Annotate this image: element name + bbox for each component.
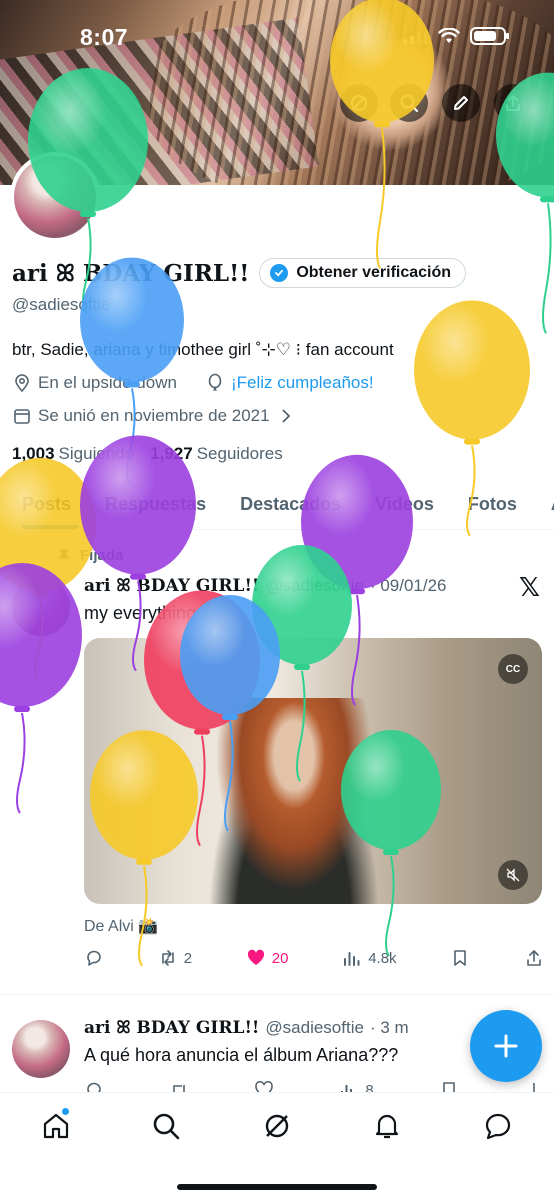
location-icon — [15, 374, 29, 393]
retweet-button[interactable]: 2 — [158, 948, 192, 968]
heart-filled-icon — [247, 949, 264, 965]
profile-joined-row[interactable]: Se unió en noviembre de 2021 — [12, 406, 296, 426]
retweet-icon — [161, 950, 174, 966]
profile-bio: btr, Sadie, ariana y timothee girl ˚⊹♡ ⁝… — [12, 340, 394, 359]
nav-notifications[interactable] — [372, 1111, 402, 1141]
home-indicator — [177, 1184, 377, 1190]
tweet-text: A qué hora anuncia el álbum Ariana??? — [84, 1045, 399, 1065]
tab-photos[interactable]: Fotos — [446, 478, 529, 529]
birthday-link[interactable]: ¡Feliz cumpleaños! — [231, 373, 374, 393]
nav-search[interactable] — [151, 1111, 181, 1141]
calendar-icon — [14, 409, 30, 424]
profile-tabs: Posts Respuestas Destacados Videos Fotos… — [0, 478, 554, 530]
tab-articles[interactable]: A — [529, 478, 554, 529]
views-button[interactable]: 4.8k — [342, 948, 397, 968]
reply-icon — [87, 950, 101, 966]
search-button[interactable] — [390, 84, 428, 122]
views-icon — [344, 952, 360, 966]
retweet-count: 2 — [183, 949, 193, 967]
views-count: 4.8k — [368, 949, 397, 967]
balloon-icon — [208, 373, 222, 391]
tab-videos[interactable]: Videos — [353, 478, 446, 529]
tweet-author-name[interactable]: ari ꕤ BDAY GIRL!! — [84, 1018, 259, 1038]
edit-button[interactable] — [442, 84, 480, 122]
grok-icon — [351, 95, 367, 111]
share-button[interactable] — [494, 84, 532, 122]
bookmark-button[interactable] — [450, 948, 470, 968]
video-subject — [194, 698, 394, 904]
following-count: 1,003 — [12, 444, 55, 463]
messages-icon — [485, 1113, 511, 1140]
grok-icon — [265, 1114, 289, 1138]
pinned-label: Fijada — [80, 547, 124, 564]
tab-highlights[interactable]: Destacados — [218, 478, 353, 529]
cellular-signal-icon — [403, 28, 428, 44]
nav-grok[interactable] — [262, 1111, 292, 1141]
tweet-header: ari ꕤ BDAY GIRL!! @sadiesoftie · 09/01/2… — [84, 576, 447, 596]
notification-dot — [61, 1107, 70, 1116]
like-count: 20 — [271, 949, 289, 967]
reply-button[interactable] — [84, 948, 104, 968]
share-icon — [506, 95, 520, 111]
battery-icon — [470, 27, 509, 45]
profile-meta-row: En el upside down ¡Feliz cumpleaños! — [12, 373, 374, 393]
notifications-icon — [375, 1114, 399, 1139]
get-verified-button[interactable]: Obtener verificación — [259, 258, 467, 288]
edit-icon — [454, 96, 468, 110]
profile-avatar[interactable] — [10, 152, 100, 242]
tweet-avatar[interactable] — [12, 1020, 70, 1078]
followers-label: Seguidores — [196, 444, 283, 463]
nav-home[interactable] — [41, 1107, 71, 1141]
search-icon — [153, 1113, 180, 1140]
captions-button[interactable]: CC — [498, 654, 528, 684]
media-credit: De Alvi 📸 — [84, 918, 159, 935]
tweet-author-handle: @sadiesoftie — [265, 576, 364, 595]
status-time: 8:07 — [80, 24, 129, 50]
followers-link[interactable]: 1,927 Seguidores — [150, 444, 283, 464]
get-verified-label: Obtener verificación — [296, 264, 452, 281]
following-link[interactable]: 1,003 Siguiendo — [12, 444, 134, 464]
tweet-author-name[interactable]: ari ꕤ BDAY GIRL!! — [84, 576, 259, 596]
chevron-right-icon — [281, 409, 290, 423]
wifi-icon — [438, 28, 460, 43]
tab-replies[interactable]: Respuestas — [83, 478, 218, 529]
tab-posts[interactable]: Posts — [0, 478, 83, 529]
compose-button[interactable] — [470, 1010, 542, 1082]
following-label: Siguiendo — [58, 444, 135, 463]
profile-handle: @sadiesoftie — [12, 295, 111, 314]
plus-icon — [494, 1034, 518, 1058]
profile-location: En el upside down — [38, 373, 177, 392]
share-icon — [527, 950, 541, 966]
display-name: ari ꕤ BDAY GIRL!! — [12, 259, 250, 287]
followers-count: 1,927 — [150, 444, 193, 463]
muted-speaker-icon — [506, 868, 520, 882]
share-tweet-button[interactable] — [524, 948, 544, 968]
grok-button[interactable] — [340, 84, 378, 122]
tweet-author-handle: @sadiesoftie — [265, 1018, 364, 1037]
profile-name-row: ari ꕤ BDAY GIRL!! Obtener verificación — [12, 258, 467, 288]
profile-joined: Se unió en noviembre de 2021 — [38, 406, 270, 425]
tweet-divider — [0, 994, 554, 995]
tweet-actions: 2 20 4.8k — [84, 948, 544, 968]
tweet-date: · 09/01/26 — [369, 576, 447, 595]
like-button[interactable]: 20 — [246, 948, 289, 968]
status-bar: 8:07 — [0, 0, 554, 70]
pin-icon — [57, 549, 71, 563]
status-icons — [403, 27, 509, 45]
verified-badge-icon — [270, 264, 289, 282]
pinned-indicator: Fijada — [56, 547, 123, 564]
follow-stats: 1,003 Siguiendo 1,927 Seguidores — [12, 444, 283, 464]
mute-button[interactable] — [498, 860, 528, 890]
tweet-video[interactable]: CC — [84, 638, 542, 904]
tweet-header: ari ꕤ BDAY GIRL!! @sadiesoftie · 3 m — [84, 1018, 409, 1038]
tweet-avatar[interactable] — [12, 578, 70, 636]
x-logo-icon[interactable]: 𝕏 — [519, 572, 540, 603]
nav-messages[interactable] — [483, 1111, 513, 1141]
bookmark-icon — [454, 950, 467, 966]
tweet-text: my everything — [84, 603, 197, 623]
tweet-time: · 3 m — [369, 1018, 409, 1037]
search-icon — [400, 94, 419, 113]
